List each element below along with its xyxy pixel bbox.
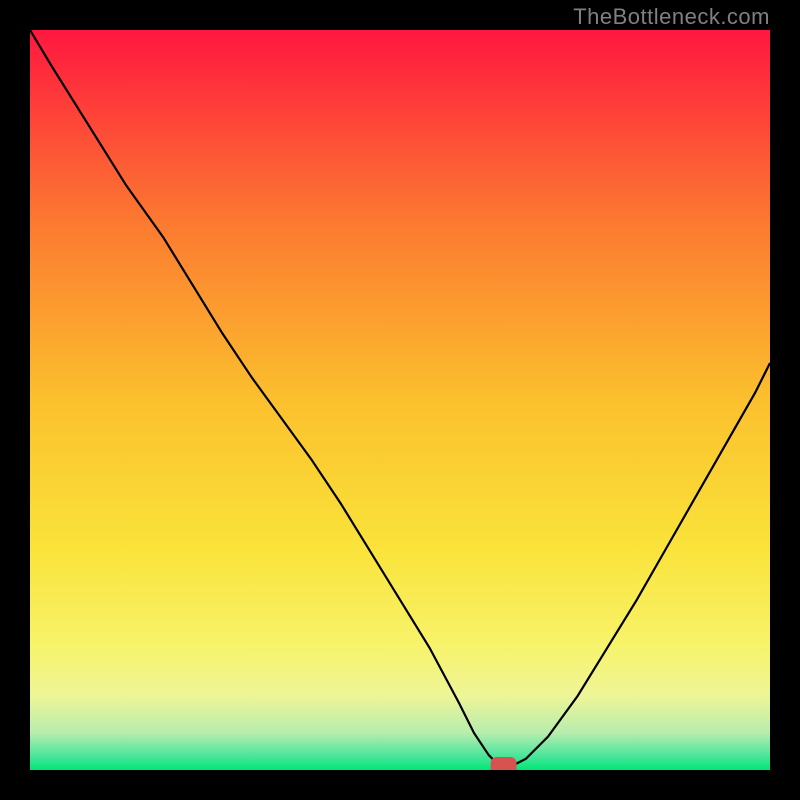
- watermark-text: TheBottleneck.com: [573, 4, 770, 30]
- chart-container: TheBottleneck.com: [0, 0, 800, 800]
- plot-area: [30, 30, 770, 770]
- bottleneck-chart: [30, 30, 770, 770]
- gradient-background: [30, 30, 770, 770]
- optimal-marker: [491, 757, 517, 770]
